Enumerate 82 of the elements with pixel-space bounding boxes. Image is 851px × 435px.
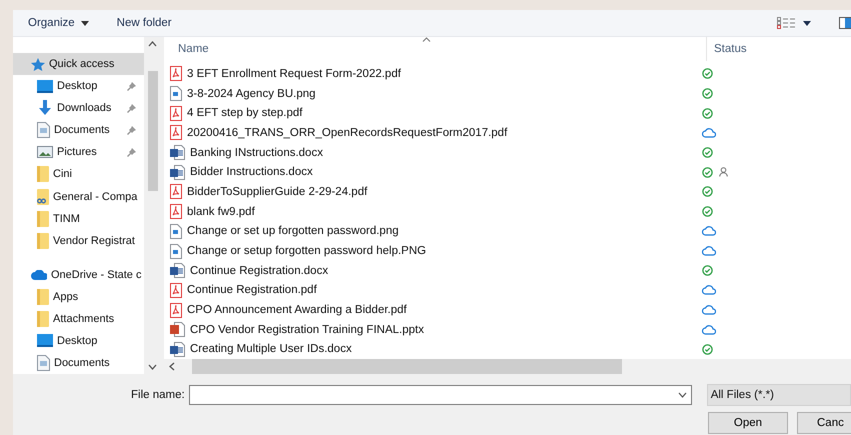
file-type-dropdown[interactable]: All Files (*.*) [706, 384, 851, 406]
document-icon [37, 122, 50, 138]
pdf-icon [170, 106, 182, 121]
word-icon [170, 145, 185, 160]
file-name[interactable]: Continue Registration.docx [164, 263, 697, 278]
scroll-up-icon[interactable] [148, 41, 157, 47]
nav-item[interactable]: Desktop [13, 330, 144, 352]
file-name-field[interactable] [188, 385, 692, 405]
word-icon [170, 164, 185, 180]
file-name[interactable]: 3-8-2024 Agency BU.png [164, 86, 697, 102]
image-file-icon [170, 244, 182, 259]
file-name[interactable]: Creating Multiple User IDs.docx [164, 342, 697, 357]
monitor-icon [37, 80, 53, 93]
pin-icon[interactable] [127, 148, 136, 158]
nav-item[interactable]: Cini [13, 163, 144, 186]
pdf-icon [170, 125, 182, 140]
pdf-icon [170, 282, 182, 298]
pdf-icon [170, 184, 182, 200]
folder-icon [37, 210, 49, 227]
file-name[interactable]: Change or setup forgotten password help.PNG [164, 244, 697, 259]
nav-item[interactable]: Attachments [13, 308, 144, 330]
file-name[interactable]: Bidder Instructions.docx [164, 164, 697, 180]
pdf-icon [170, 302, 182, 318]
caret-icon [80, 20, 89, 26]
image-file-icon [170, 86, 182, 102]
file-name[interactable]: Continue Registration.pdf [164, 282, 697, 298]
nav-item[interactable]: OneDrive - State c [13, 264, 144, 286]
monitor-icon [37, 334, 53, 348]
file-name[interactable]: 3 EFT Enrollment Request Form-2022.pdf [164, 66, 697, 82]
scroll-left-icon[interactable] [169, 362, 175, 371]
folder-icon [37, 288, 49, 305]
preview-pane-icon[interactable] [839, 17, 851, 29]
folder-icon [37, 232, 49, 249]
field-label: File name: [131, 389, 185, 401]
pin-icon[interactable] [127, 82, 136, 92]
nav-item[interactable]: TINM [13, 208, 144, 230]
nav-item[interactable]: Apps [13, 286, 144, 308]
pin-icon[interactable] [127, 104, 136, 114]
file-name[interactable]: CPO Announcement Awarding a Bidder.pdf [164, 302, 697, 318]
cloud-icon [31, 270, 47, 280]
new-folder-button[interactable]: New folder [116, 17, 172, 29]
download-icon [37, 100, 53, 116]
image-file-icon [170, 224, 182, 239]
pdf-icon [170, 66, 182, 82]
word-icon [170, 263, 185, 278]
scrollbar-thumb[interactable] [148, 70, 158, 190]
word-icon [170, 342, 185, 357]
shared-folder-icon [37, 188, 49, 204]
organize-menu[interactable]: Organize [28, 17, 89, 29]
nav-item[interactable]: Documents [13, 352, 144, 374]
nav-item[interactable]: Documents [13, 119, 144, 142]
file-name[interactable]: blank fw9.pdf [164, 204, 697, 220]
column-header[interactable]: Status [706, 37, 747, 61]
file-name[interactable]: Banking INstructions.docx [164, 145, 697, 160]
dialog-button[interactable]: Open [708, 412, 788, 434]
file-name[interactable]: CPO Vendor Registration Training FINAL.pptx [164, 322, 697, 338]
pictures-icon [37, 146, 53, 158]
powerpoint-icon [170, 322, 185, 338]
folder-icon [37, 166, 49, 182]
file-name[interactable]: Change or set up forgotten password.png [164, 224, 697, 239]
nav-item[interactable]: Downloads [13, 97, 144, 120]
file-name[interactable]: 20200416_TRANS_ORR_OpenRecordsRequestForm2017.pdf [164, 125, 697, 140]
nav-item[interactable]: Quick access [13, 53, 144, 76]
nav-item[interactable]: Desktop [13, 75, 144, 98]
chevron-down-icon[interactable] [678, 392, 687, 398]
nav-item[interactable]: Pictures [13, 141, 144, 164]
pin-icon[interactable] [127, 126, 136, 136]
nav-item[interactable]: Vendor Registrat [13, 230, 144, 252]
dialog-button[interactable]: Canc [797, 412, 851, 434]
scroll-down-icon[interactable] [148, 364, 157, 370]
view-options-icon[interactable] [777, 17, 795, 29]
dropdown-icon[interactable] [803, 20, 811, 26]
scrollbar-thumb[interactable] [192, 359, 622, 374]
sort-caret-icon [422, 37, 431, 42]
document-icon [37, 355, 50, 372]
pdf-icon [170, 204, 182, 220]
star-icon [31, 58, 45, 71]
file-name[interactable]: BidderToSupplierGuide 2-29-24.pdf [164, 184, 697, 200]
folder-icon [37, 310, 49, 327]
nav-item[interactable]: General - Compa [13, 185, 144, 208]
file-name[interactable]: 4 EFT step by step.pdf [164, 106, 697, 121]
column-header[interactable]: Name [164, 43, 706, 55]
